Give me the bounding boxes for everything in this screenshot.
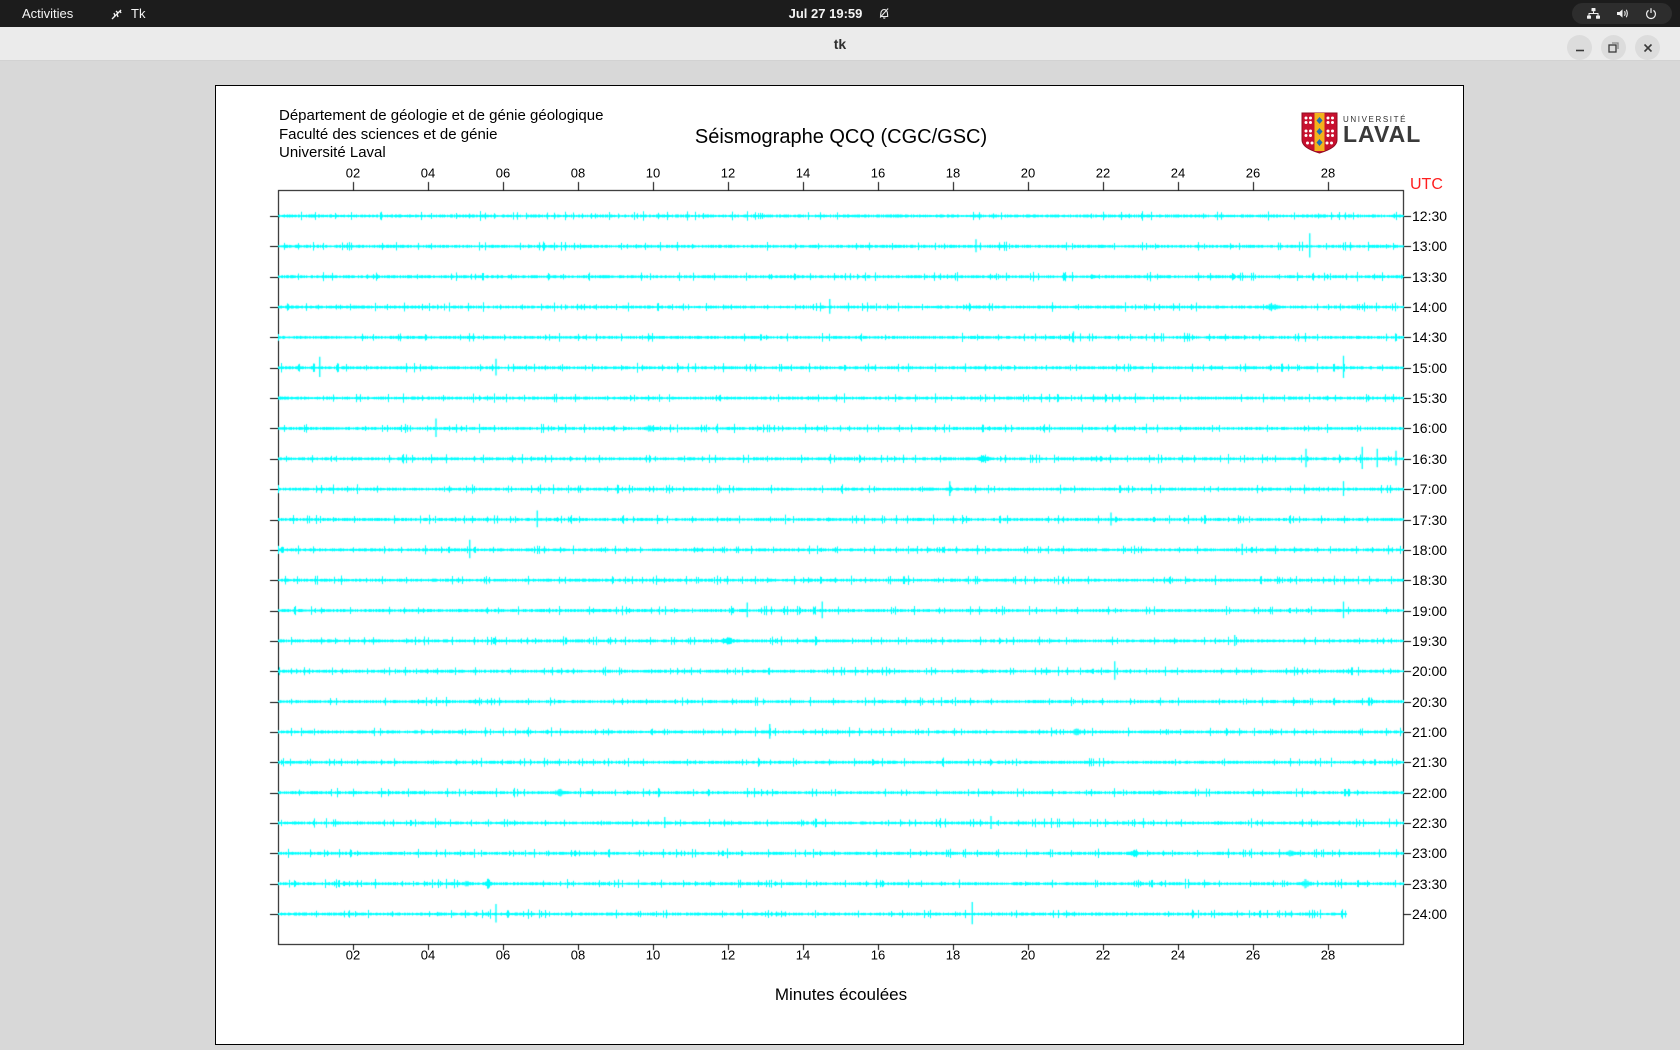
utc-time-label: 12:30 xyxy=(1412,208,1448,224)
desktop: Activities Tk Jul 27 19:59 tk Départemen… xyxy=(0,0,1680,1050)
focused-app-indicator[interactable]: Tk xyxy=(110,0,145,27)
utc-time-label: 19:00 xyxy=(1412,602,1448,619)
utc-time-label: 16:30 xyxy=(1412,450,1448,467)
bottom-tick-label: 28 xyxy=(1320,947,1336,963)
utc-time-label: 24:00 xyxy=(1412,906,1448,923)
top-tick-label: 28 xyxy=(1320,165,1336,181)
utc-time-label: 17:30 xyxy=(1412,511,1448,528)
bottom-tick-label: 06 xyxy=(495,947,511,963)
utc-time-label: 18:00 xyxy=(1412,541,1448,558)
utc-time-label: 22:00 xyxy=(1412,784,1448,801)
institution-line-1: Département de géologie et de génie géol… xyxy=(279,107,604,124)
network-icon xyxy=(1586,7,1601,20)
activities-button[interactable]: Activities xyxy=(16,0,79,27)
top-tick-label: 18 xyxy=(945,165,961,181)
seismogram-plot xyxy=(216,86,1465,1046)
top-tick-label: 02 xyxy=(345,165,361,181)
utc-time-label: 14:30 xyxy=(1412,329,1448,346)
clock-label: Jul 27 19:59 xyxy=(788,6,863,21)
bottom-tick-label: 08 xyxy=(570,947,586,963)
utc-time-label: 18:30 xyxy=(1412,572,1448,589)
clock-area[interactable]: Jul 27 19:59 xyxy=(789,0,892,27)
utc-time-label: 23:30 xyxy=(1412,875,1448,892)
utc-time-label: 20:00 xyxy=(1412,663,1448,680)
bottom-tick-label: 22 xyxy=(1095,947,1111,963)
utc-time-label: 21:00 xyxy=(1412,723,1448,740)
universite-laval-logo: UNIVERSITÉ LAVAL xyxy=(1301,112,1451,154)
logo-laval-text: LAVAL xyxy=(1343,121,1422,147)
top-tick-label: 20 xyxy=(1020,165,1036,181)
bottom-tick-label: 20 xyxy=(1020,947,1036,963)
tk-feather-icon xyxy=(110,7,124,21)
bottom-tick-label: 18 xyxy=(945,947,961,963)
utc-time-label: 19:30 xyxy=(1412,632,1448,649)
top-tick-label: 26 xyxy=(1245,165,1261,181)
top-tick-label: 14 xyxy=(795,165,811,181)
bottom-tick-label: 04 xyxy=(420,947,436,963)
top-tick-label: 04 xyxy=(420,165,436,181)
utc-time-label: 22:30 xyxy=(1412,815,1448,831)
institution-line-2: Faculté des sciences et de génie xyxy=(279,125,498,143)
seismograph-panel: Département de géologie et de génie géol… xyxy=(215,85,1465,1046)
bottom-tick-label: 26 xyxy=(1245,947,1261,963)
bottom-tick-label: 24 xyxy=(1170,947,1186,963)
top-tick-label: 22 xyxy=(1095,165,1111,181)
utc-time-label: 23:00 xyxy=(1412,845,1448,862)
institution-header: Département de géologie et de génie géol… xyxy=(279,107,603,163)
minimize-button[interactable] xyxy=(1567,35,1592,60)
gnome-top-bar: Activities Tk Jul 27 19:59 xyxy=(0,0,1680,27)
utc-time-label: 14:00 xyxy=(1412,299,1448,316)
bottom-tick-label: 10 xyxy=(645,947,661,963)
laval-shield-icon xyxy=(1301,112,1338,158)
top-tick-label: 12 xyxy=(720,165,736,181)
utc-time-label: 21:30 xyxy=(1412,754,1448,771)
top-tick-label: 24 xyxy=(1170,165,1186,181)
maximize-button[interactable] xyxy=(1601,35,1626,60)
utc-time-label: 15:30 xyxy=(1412,390,1448,407)
close-button[interactable] xyxy=(1635,35,1660,60)
top-tick-label: 06 xyxy=(495,165,511,181)
top-tick-label: 16 xyxy=(870,165,886,181)
bottom-tick-label: 02 xyxy=(345,947,361,963)
top-tick-label: 10 xyxy=(645,165,661,181)
bell-slash-icon xyxy=(876,6,891,21)
utc-time-label: 13:00 xyxy=(1412,238,1448,255)
window-title: tk xyxy=(833,36,847,52)
x-axis-title: Minutes écoulées xyxy=(774,985,908,1004)
utc-time-label: 17:00 xyxy=(1412,481,1448,498)
utc-time-label: 13:30 xyxy=(1412,268,1448,285)
bottom-tick-label: 14 xyxy=(795,947,811,963)
utc-time-label: 16:00 xyxy=(1412,420,1448,437)
system-tray[interactable] xyxy=(1572,3,1672,24)
bottom-tick-label: 16 xyxy=(870,947,886,963)
bottom-tick-label: 12 xyxy=(720,947,736,963)
utc-label: UTC xyxy=(1410,176,1443,193)
utc-time-label: 15:00 xyxy=(1412,359,1448,376)
utc-time-label: 20:30 xyxy=(1412,693,1448,710)
top-tick-label: 08 xyxy=(570,165,586,181)
focused-app-name: Tk xyxy=(131,6,146,21)
volume-icon xyxy=(1615,7,1630,20)
plot-title: Séismographe QCQ (CGC/GSC) xyxy=(694,126,988,148)
window-title-bar[interactable]: tk xyxy=(0,27,1680,61)
institution-line-3: Université Laval xyxy=(279,144,386,161)
power-icon xyxy=(1644,7,1658,21)
